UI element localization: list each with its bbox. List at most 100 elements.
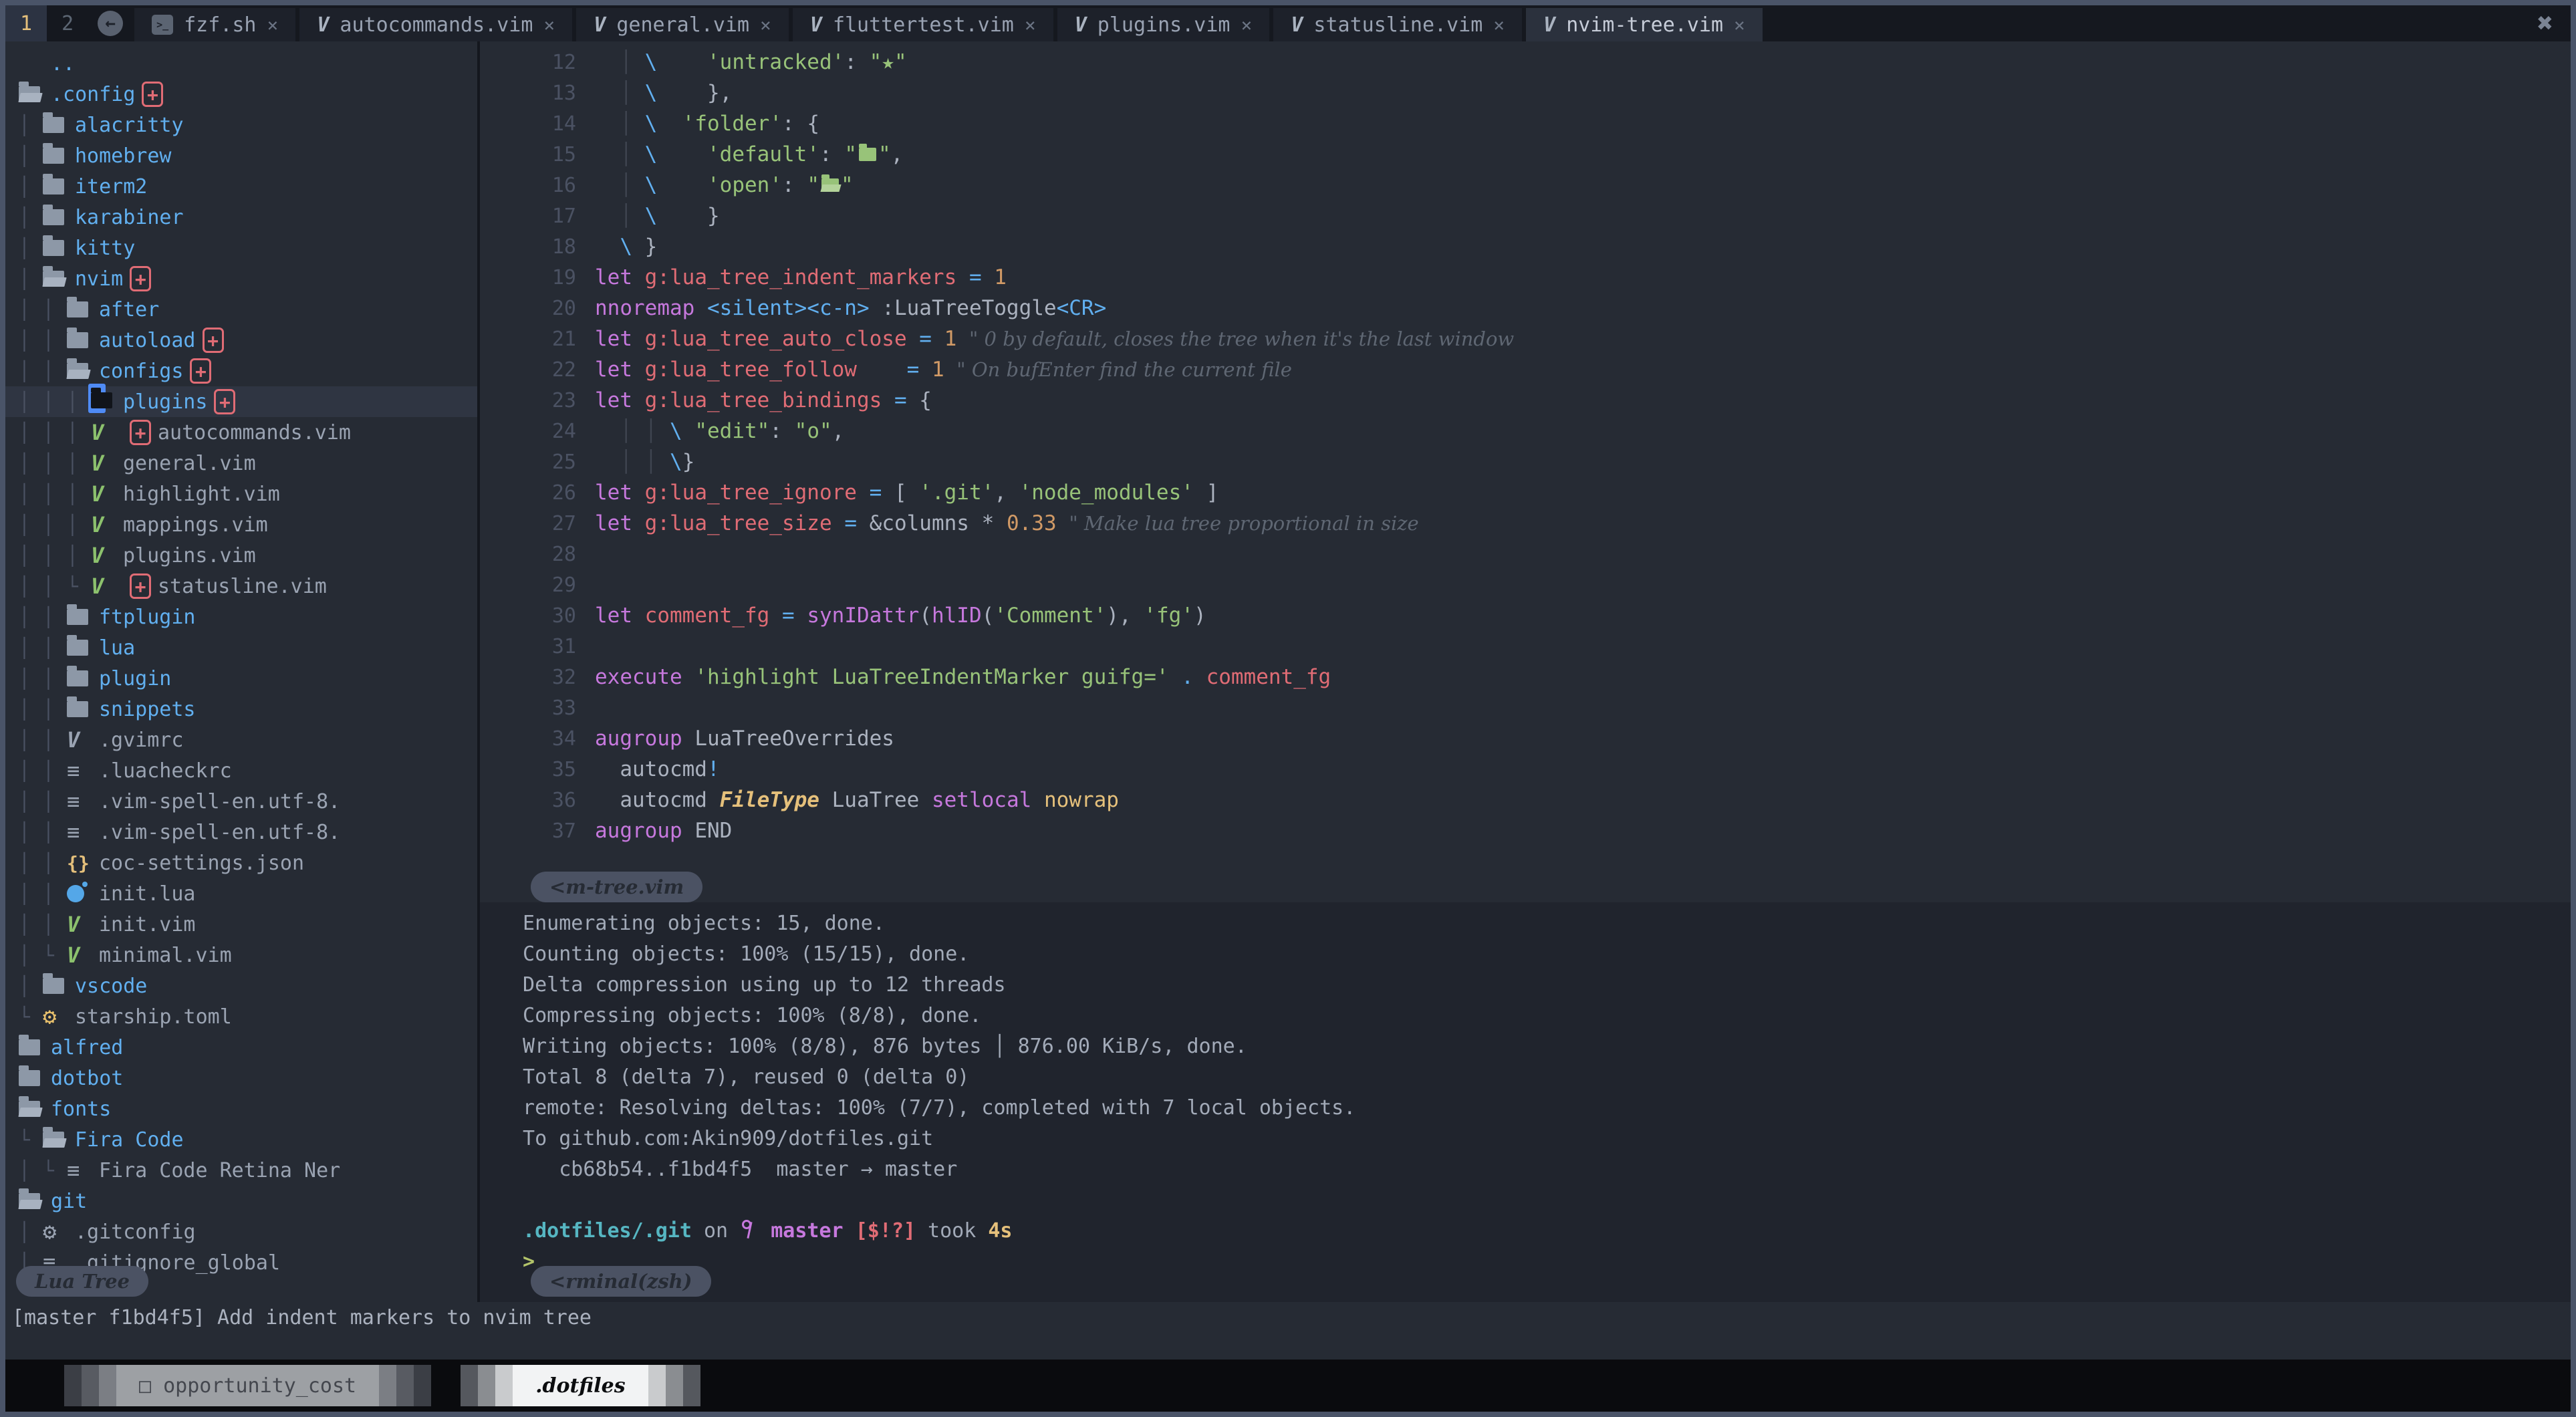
tree-item-statusline.vim[interactable]: ││└V+statusline.vim — [5, 571, 477, 602]
tree-item-alfred[interactable]: alfred — [5, 1032, 477, 1063]
tree-item-autocommands.vim[interactable]: │││V+autocommands.vim — [5, 417, 477, 448]
code-line[interactable]: 37augroup END — [480, 815, 2571, 846]
tab-general.vim[interactable]: Vgeneral.vim× — [576, 8, 789, 41]
tree-item-lua[interactable]: ││lua — [5, 632, 477, 663]
code-line[interactable]: 14 │ \ 'folder': { — [480, 108, 2571, 139]
code-line[interactable]: 24 │ │ \ "edit": "o", — [480, 416, 2571, 446]
code-line[interactable]: 21let g:lua_tree_auto_close = 1 " 0 by d… — [480, 324, 2571, 354]
code-line[interactable]: 18 \ } — [480, 231, 2571, 262]
tree-item-kitty[interactable]: │kitty — [5, 233, 477, 263]
tree-item-git[interactable]: git — [5, 1186, 477, 1216]
text-segment — [595, 173, 620, 197]
tree-item-starship.toml[interactable]: └⚙starship.toml — [5, 1001, 477, 1032]
code-line[interactable]: 25 │ │ \} — [480, 446, 2571, 477]
terminal-pane[interactable]: Enumerating objects: 15, done. Counting … — [480, 902, 2571, 1302]
tree-item-plugins.vim[interactable]: │││Vplugins.vim — [5, 540, 477, 571]
tree-item-karabiner[interactable]: │karabiner — [5, 202, 477, 233]
tree-item-..[interactable]: .. — [5, 48, 477, 79]
tree-item-plugins[interactable]: │││plugins+ — [5, 386, 477, 417]
editor-pane[interactable]: 12 │ \ 'untracked': "★"13 │ \ },14 │ \ '… — [480, 41, 2571, 902]
tree-item-.vim-spell-en.utf-8.[interactable]: ││≡.vim-spell-en.utf-8. — [5, 817, 477, 848]
tree-item-.gitconfig[interactable]: │⚙.gitconfig — [5, 1216, 477, 1247]
close-tab-icon[interactable]: × — [1493, 14, 1505, 36]
code-line[interactable]: 30let comment_fg = synIDattr(hlID('Comme… — [480, 600, 2571, 631]
text-segment: │ — [620, 81, 632, 105]
text-segment: ] — [1194, 481, 1218, 505]
tree-item-label: plugins.vim — [123, 544, 256, 567]
tree-item-alacritty[interactable]: │alacritty — [5, 110, 477, 140]
close-tab-icon[interactable]: × — [1734, 14, 1745, 36]
code-line[interactable]: 19let g:lua_tree_indent_markers = 1 — [480, 262, 2571, 293]
close-tab-icon[interactable]: × — [760, 14, 771, 36]
code-line[interactable]: 31 — [480, 631, 2571, 662]
text-segment: let — [595, 358, 632, 382]
code-line[interactable]: 29 — [480, 569, 2571, 600]
code-line[interactable]: 23let g:lua_tree_bindings = { — [480, 385, 2571, 416]
tree-item-Fira Code[interactable]: └Fira Code — [5, 1124, 477, 1155]
code-line[interactable]: 15 │ \ 'default': "", — [480, 139, 2571, 170]
tree-item-.gvimrc[interactable]: ││V.gvimrc — [5, 725, 477, 755]
tree-icon-cell — [43, 178, 75, 195]
tree-item-.vim-spell-en.utf-8.[interactable]: ││≡.vim-spell-en.utf-8. — [5, 786, 477, 817]
tree-item-init.vim[interactable]: ││Vinit.vim — [5, 909, 477, 940]
close-all-icon[interactable]: ✖ — [2537, 8, 2571, 39]
tabpage-number-2[interactable]: 2 — [47, 5, 88, 41]
code-line[interactable]: 28 — [480, 539, 2571, 569]
close-tab-icon[interactable]: × — [543, 14, 555, 36]
tabpage-number-1[interactable]: 1 — [5, 5, 47, 41]
tree-item-plugin[interactable]: ││plugin — [5, 663, 477, 694]
tree-item-nvim[interactable]: │nvim+ — [5, 263, 477, 294]
tree-item-coc-settings.json[interactable]: ││{}coc-settings.json — [5, 848, 477, 878]
terminal-line: cb68b54..f1bd4f5 master → master — [511, 1154, 2571, 1184]
code-line[interactable]: 16 │ \ 'open': "" — [480, 170, 2571, 201]
code-line[interactable]: 13 │ \ }, — [480, 78, 2571, 108]
code-line[interactable]: 27let g:lua_tree_size = &columns * 0.33 … — [480, 508, 2571, 539]
tmux-session-opportunity_cost[interactable]: □ opportunity_cost — [64, 1365, 431, 1406]
tab-nvim-tree.vim[interactable]: Vnvim-tree.vim× — [1526, 8, 1763, 41]
line-number: 14 — [480, 112, 595, 136]
tree-item-iterm2[interactable]: │iterm2 — [5, 171, 477, 202]
tree-item-general.vim[interactable]: │││Vgeneral.vim — [5, 448, 477, 479]
tree-item-ftplugin[interactable]: ││ftplugin — [5, 602, 477, 632]
close-tab-icon[interactable]: × — [1025, 14, 1036, 36]
tree-item-after[interactable]: ││after — [5, 294, 477, 325]
tab-statusline.vim[interactable]: Vstatusline.vim× — [1273, 8, 1522, 41]
code-line[interactable]: 36 autocmd FileType LuaTree setlocal now… — [480, 785, 2571, 815]
code-line[interactable]: 33 — [480, 692, 2571, 723]
tab-fluttertest.vim[interactable]: Vfluttertest.vim× — [793, 8, 1053, 41]
text-segment: , — [994, 481, 1019, 505]
tree-item-fonts[interactable]: fonts — [5, 1093, 477, 1124]
tab-fzf.sh[interactable]: >_fzf.sh× — [134, 8, 295, 41]
code-line[interactable]: 35 autocmd! — [480, 754, 2571, 785]
tab-plugins.vim[interactable]: Vplugins.vim× — [1057, 8, 1270, 41]
close-tab-icon[interactable]: × — [267, 14, 279, 36]
tree-item-.luacheckrc[interactable]: ││≡.luacheckrc — [5, 755, 477, 786]
tree-item-snippets[interactable]: ││snippets — [5, 694, 477, 725]
code-line[interactable]: 22let g:lua_tree_follow = 1 " On bufEnte… — [480, 354, 2571, 385]
tree-icon-cell — [67, 332, 99, 348]
code-line[interactable]: 34augroup LuaTreeOverrides — [480, 723, 2571, 754]
close-tab-icon[interactable]: × — [1241, 14, 1252, 36]
tree-item-autoload[interactable]: ││autoload+ — [5, 325, 477, 356]
tree-item-Fira Code Retina Ner[interactable]: │└≡Fira Code Retina Ner — [5, 1155, 477, 1186]
tree-item-label: .gvimrc — [99, 729, 183, 752]
tree-item-vscode[interactable]: │vscode — [5, 971, 477, 1001]
tree-item-mappings.vim[interactable]: │││Vmappings.vim — [5, 509, 477, 540]
tmux-session-dotfiles[interactable]: .dotfiles — [461, 1365, 700, 1406]
history-back-icon[interactable]: ← — [98, 11, 123, 36]
code-line[interactable]: 12 │ \ 'untracked': "★" — [480, 47, 2571, 78]
tab-autocommands.vim[interactable]: Vautocommands.vim× — [299, 8, 572, 41]
tree-item-homebrew[interactable]: │homebrew — [5, 140, 477, 171]
tree-item-.config[interactable]: .config+ — [5, 79, 477, 110]
tree-item-minimal.vim[interactable]: │└Vminimal.vim — [5, 940, 477, 971]
tree-item-label: alacritty — [75, 114, 184, 137]
code-line[interactable]: 20nnoremap <silent><c-n> :LuaTreeToggle<… — [480, 293, 2571, 324]
tree-item-dotbot[interactable]: dotbot — [5, 1063, 477, 1093]
code-line[interactable]: 32execute 'highlight LuaTreeIndentMarker… — [480, 662, 2571, 692]
tree-item-init.lua[interactable]: ││init.lua — [5, 878, 477, 909]
code-line[interactable]: 26let g:lua_tree_ignore = [ '.git', 'nod… — [480, 477, 2571, 508]
tree-item-highlight.vim[interactable]: │││Vhighlight.vim — [5, 479, 477, 509]
code-line[interactable]: 17 │ \ } — [480, 201, 2571, 231]
tree-item-configs[interactable]: ││configs+ — [5, 356, 477, 386]
text-segment: let — [595, 388, 632, 412]
